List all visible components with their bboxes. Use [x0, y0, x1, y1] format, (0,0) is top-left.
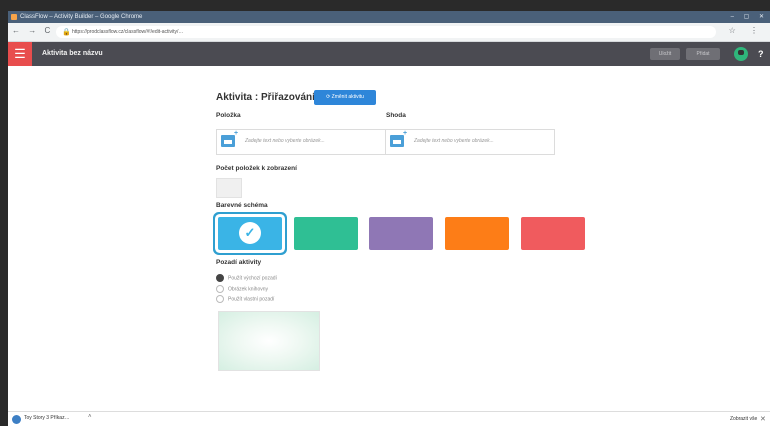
match-field[interactable]: + Zadejte text nebo vyberte obrázek...	[385, 129, 555, 155]
url-field[interactable]: 🔒 https://prodclassflow.cz/classflow/#!/…	[56, 26, 716, 38]
checkmark-icon: ✓	[239, 222, 261, 244]
item-count-label: Počet položek k zobrazení	[216, 165, 297, 172]
window-title: ClassFlow – Activity Builder – Google Ch…	[20, 14, 143, 20]
item-field[interactable]: + Zadejte text nebo vyberte obrázek...	[216, 129, 386, 155]
radio-icon	[216, 295, 224, 303]
save-button[interactable]: Uložit	[650, 48, 680, 60]
chevron-up-icon[interactable]: ˄	[88, 414, 92, 420]
bg-option-default[interactable]: Použít výchozí pozadí	[216, 274, 277, 282]
title-bar: ClassFlow – Activity Builder – Google Ch…	[8, 11, 770, 23]
color-swatch-green[interactable]	[294, 217, 358, 250]
item-column-label: Položka	[216, 112, 241, 119]
add-image-icon: +	[403, 130, 408, 137]
download-file-name[interactable]: Toy Story 3 Příkaz…	[24, 415, 70, 421]
change-activity-button[interactable]: ⟳ Změnit aktivitu	[314, 90, 376, 105]
color-swatch-purple[interactable]	[369, 217, 433, 250]
favicon-icon	[11, 14, 17, 20]
radio-icon	[216, 285, 224, 293]
address-bar-row: ← → C 🔒 https://prodclassflow.cz/classfl…	[8, 23, 770, 42]
bg-option-custom[interactable]: Použít vlastní pozadí	[216, 295, 274, 303]
match-placeholder: Zadejte text nebo vyberte obrázek...	[414, 138, 494, 144]
bg-option-label: Použít výchozí pozadí	[228, 275, 277, 282]
lock-icon: 🔒	[62, 29, 71, 36]
url-text: https://prodclassflow.cz/classflow/#!/ed…	[72, 29, 184, 35]
activity-editor: Aktivita : Přiřazování ⟳ Změnit aktivitu…	[8, 66, 770, 411]
color-scheme-label: Barevné schéma	[216, 202, 268, 209]
app-header: ☰ Aktivita bez názvu Uložit Přidat ?	[8, 42, 770, 66]
image-picker-icon[interactable]	[390, 135, 404, 147]
activity-title: Aktivita bez názvu	[42, 50, 103, 57]
close-icon[interactable]: ✕	[760, 415, 766, 423]
background-preview	[218, 311, 320, 371]
bg-option-library[interactable]: Obrázek knihovny	[216, 285, 268, 293]
add-image-icon: +	[234, 130, 239, 137]
download-bar: Toy Story 3 Příkaz… ˄ Zobrazit vše ✕	[8, 411, 770, 426]
bg-option-label: Obrázek knihovny	[228, 286, 269, 293]
background-label: Pozadí aktivity	[216, 259, 262, 266]
item-placeholder: Zadejte text nebo vyberte obrázek...	[245, 138, 325, 144]
browser-toolbar-icons[interactable]: ☆ ⋮	[729, 26, 764, 35]
color-swatch-red[interactable]	[521, 217, 585, 250]
download-file-icon	[12, 415, 21, 424]
help-icon[interactable]: ?	[758, 42, 764, 66]
match-column-label: Shoda	[386, 112, 406, 119]
image-picker-icon[interactable]	[221, 135, 235, 147]
show-all-button[interactable]: Zobrazit vše	[730, 416, 757, 422]
bg-option-label: Použít vlastní pozadí	[228, 296, 275, 303]
hamburger-menu-button[interactable]: ☰	[8, 42, 32, 66]
radio-icon	[216, 274, 224, 282]
window-controls[interactable]: – ▢ ✕	[731, 11, 768, 23]
color-swatch-blue[interactable]: ✓	[218, 217, 282, 250]
change-activity-label: Změnit aktivitu	[331, 94, 364, 100]
color-swatch-orange[interactable]	[445, 217, 509, 250]
avatar[interactable]	[734, 47, 748, 61]
item-count-input[interactable]	[216, 178, 242, 198]
browser-window: ClassFlow – Activity Builder – Google Ch…	[8, 11, 770, 426]
nav-buttons[interactable]: ← → C	[12, 26, 53, 35]
add-button[interactable]: Přidat	[686, 48, 720, 60]
page-title: Aktivita : Přiřazování	[216, 92, 315, 103]
